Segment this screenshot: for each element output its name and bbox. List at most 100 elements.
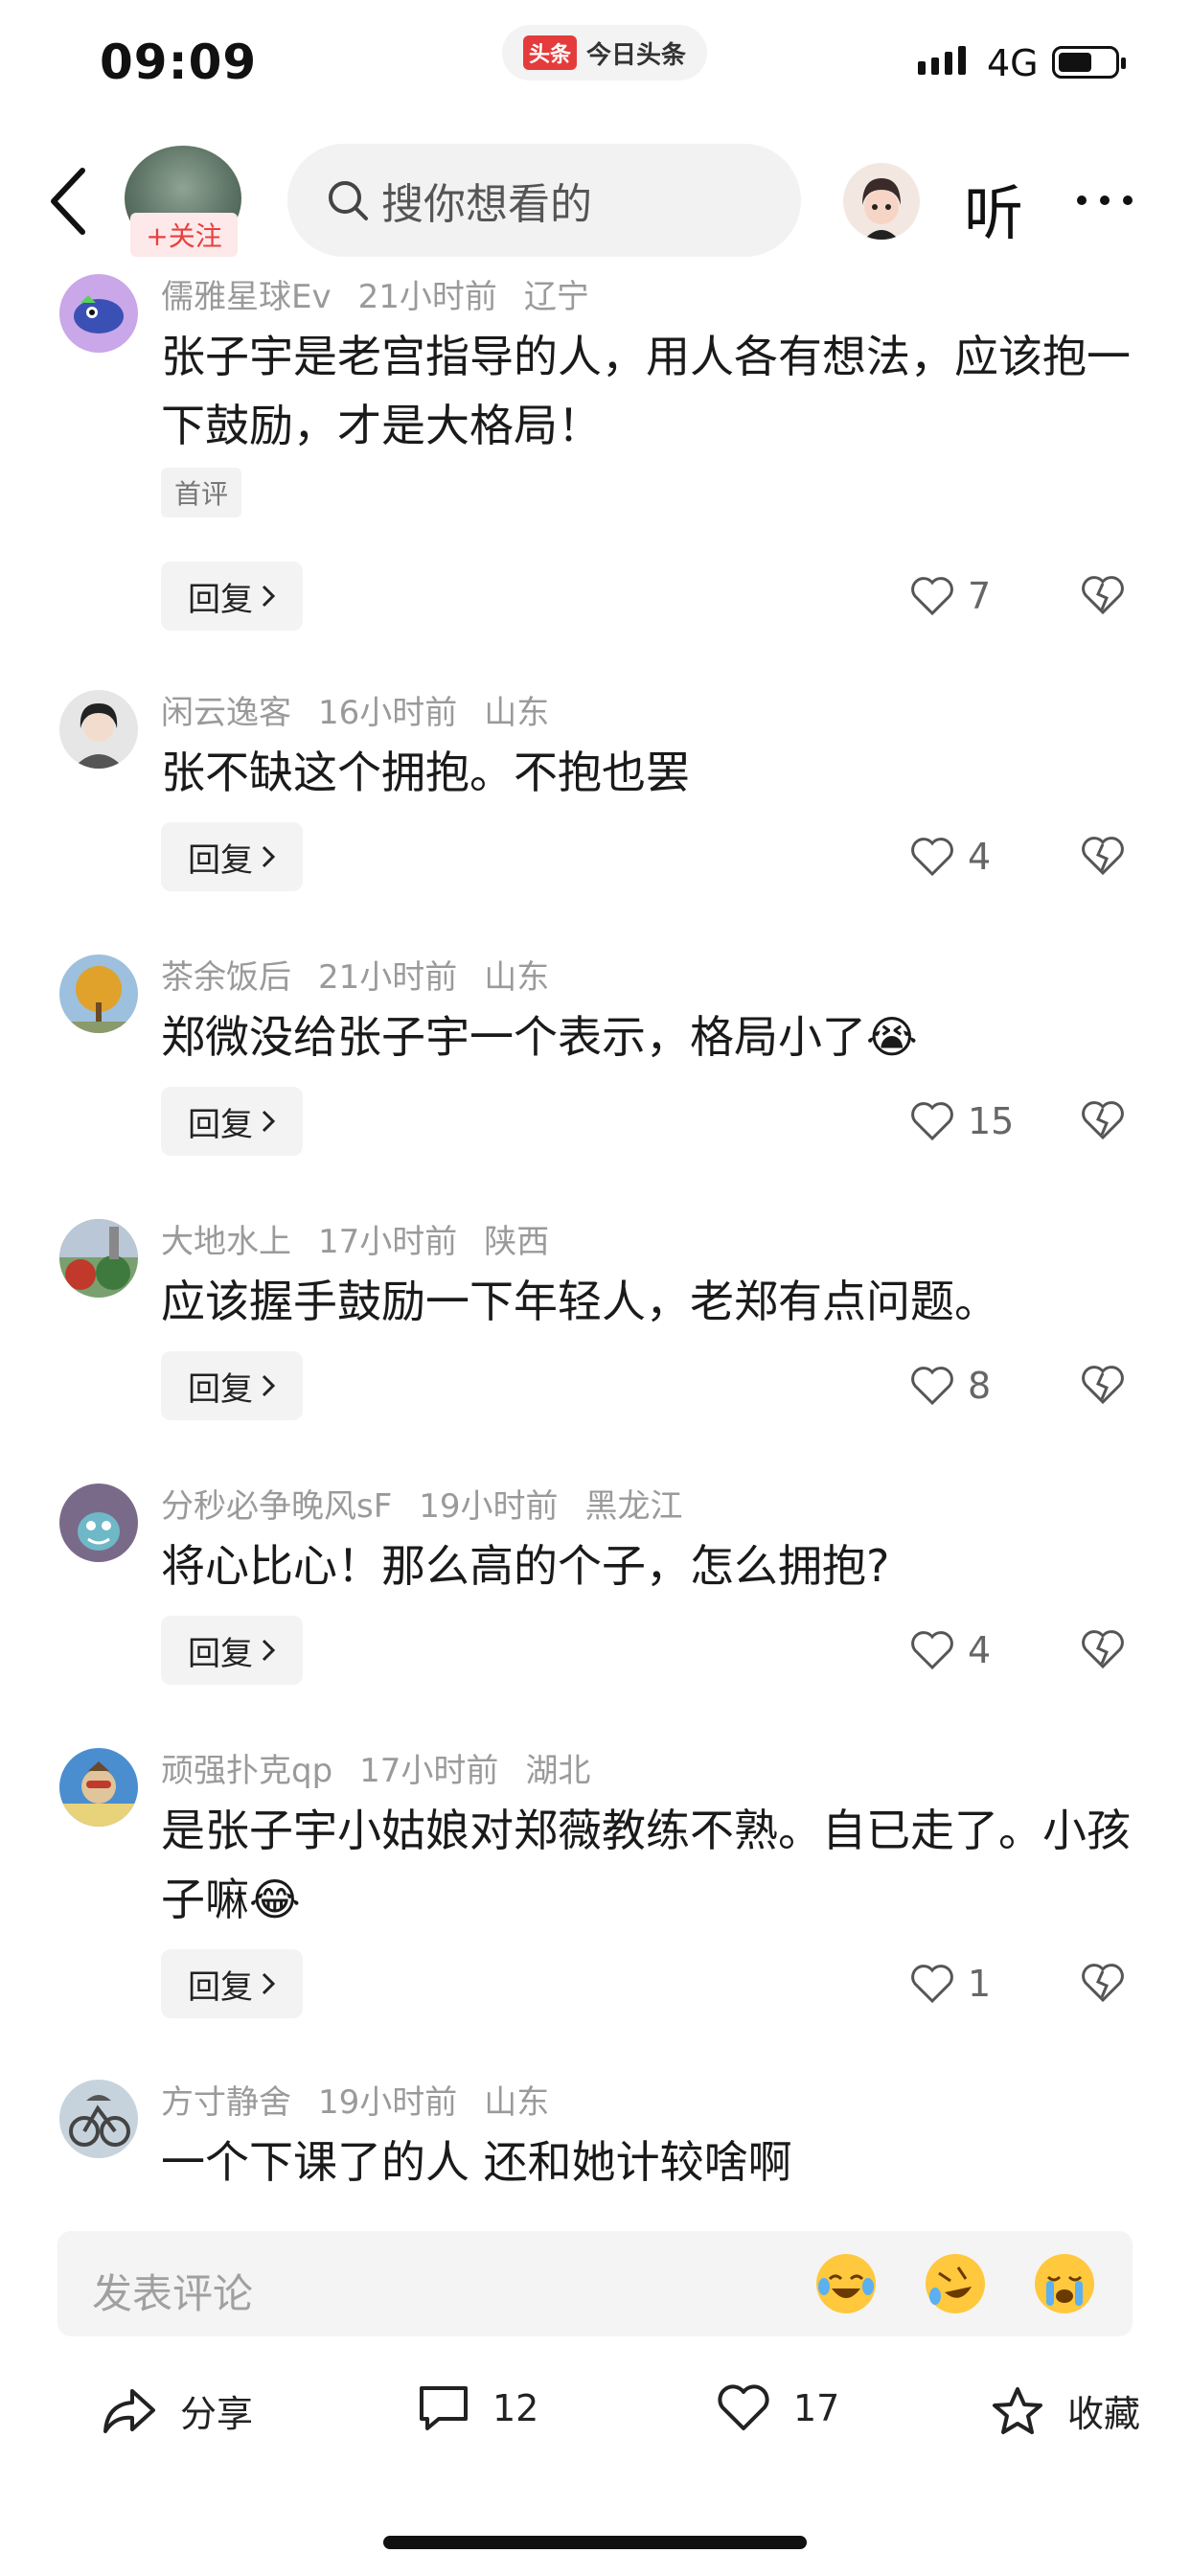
commenter-name[interactable]: 大地水上	[161, 1223, 291, 1261]
commenter-avatar[interactable]	[59, 954, 138, 1033]
chevron-right-icon	[262, 1110, 276, 1133]
reply-label: 回复	[188, 840, 253, 880]
search-placeholder: 搜你想看的	[381, 180, 592, 229]
reply-label: 回复	[188, 1105, 253, 1144]
chevron-right-icon	[262, 845, 276, 868]
commenter-name[interactable]: 分秒必争晚风sF	[161, 1487, 392, 1526]
comment-location: 山东	[484, 958, 550, 997]
chevron-right-icon	[262, 585, 276, 608]
commenter-avatar[interactable]	[59, 1748, 138, 1827]
dislike-icon[interactable]	[1081, 1963, 1125, 2003]
comment-time: 21小时前	[318, 958, 458, 997]
like-button[interactable]: 4	[910, 836, 991, 878]
commenter-avatar[interactable]	[59, 274, 138, 353]
comment-meta: 分秒必争晚风sF 19小时前 黑龙江	[161, 1480, 710, 1527]
follow-button[interactable]: +关注	[130, 213, 238, 257]
network-label: 4G	[987, 42, 1039, 84]
commenter-name[interactable]: 顽强扑克qp	[161, 1752, 332, 1790]
like-button[interactable]: 4	[910, 1629, 991, 1671]
reply-button[interactable]: 回复	[161, 1616, 303, 1685]
comment-time: 21小时前	[357, 278, 497, 316]
search-icon	[329, 181, 368, 220]
share-button[interactable]: 分享	[102, 2384, 253, 2437]
commenter-avatar[interactable]	[59, 2080, 138, 2158]
like-count: 4	[968, 836, 992, 878]
comment-text: 张子宇是老宫指导的人，用人各有想法，应该抱一下鼓励，才是大格局！	[161, 331, 1131, 451]
comment-time: 19小时前	[318, 2083, 458, 2122]
heart-icon	[911, 1631, 953, 1670]
comment-icon	[420, 2386, 468, 2430]
dislike-icon[interactable]	[1081, 1365, 1125, 1405]
comment-time: 16小时前	[318, 694, 458, 732]
commenter-name[interactable]: 茶余饭后	[161, 958, 291, 997]
home-indicator[interactable]	[383, 2536, 807, 2549]
comment-count: 12	[492, 2387, 539, 2429]
reply-button[interactable]: 回复	[161, 1087, 303, 1156]
like-button[interactable]: 1	[910, 1963, 991, 2005]
commenter-avatar[interactable]	[59, 1484, 138, 1562]
commenter-avatar[interactable]	[59, 1219, 138, 1298]
toutiao-logo: 头条	[523, 35, 578, 70]
heart-icon	[911, 1965, 953, 2004]
laugh-cry-emoji-icon[interactable]	[816, 2254, 876, 2313]
back-icon[interactable]	[46, 165, 88, 238]
reply-button[interactable]: 回复	[161, 562, 303, 631]
reply-button[interactable]: 回复	[161, 1351, 303, 1420]
heart-icon	[911, 577, 953, 616]
crying-emoji-icon[interactable]	[1035, 2254, 1094, 2313]
like-count: 15	[968, 1100, 1015, 1142]
rofl-emoji-icon[interactable]	[926, 2254, 985, 2313]
reply-button[interactable]: 回复	[161, 822, 303, 891]
comment-list[interactable]: 儒雅星球Ev 21小时前 辽宁 张子宇是老宫指导的人，用人各有想法，应该抱一下鼓励，…	[0, 259, 1190, 2199]
app-indicator[interactable]: 头条 今日头条	[502, 25, 708, 80]
share-label: 分享	[180, 2393, 254, 2435]
listen-button[interactable]: 听	[964, 165, 1023, 251]
comment-meta: 闲云逸客 16小时前 山东	[161, 686, 576, 733]
search-bar[interactable]: 搜你想看的	[287, 144, 801, 257]
battery-icon	[1052, 46, 1126, 79]
dislike-icon[interactable]	[1081, 1629, 1125, 1669]
heart-icon	[911, 1102, 953, 1141]
commenter-name[interactable]: 方寸静舍	[161, 2083, 291, 2122]
like-count: 7	[968, 575, 992, 617]
comment-meta: 方寸静舍 19小时前 山东	[161, 2076, 576, 2123]
heart-icon	[718, 2384, 769, 2430]
commenter-name[interactable]: 儒雅星球Ev	[161, 278, 332, 316]
dislike-icon[interactable]	[1081, 575, 1125, 615]
chevron-right-icon	[262, 1972, 276, 1995]
star-icon	[993, 2386, 1042, 2434]
favorite-label: 收藏	[1067, 2393, 1141, 2435]
action-bar: 分享 12 17 收藏	[0, 2367, 1190, 2453]
comment-meta: 大地水上 17小时前 陕西	[161, 1215, 576, 1262]
first-comment-badge: 首评	[161, 468, 242, 518]
like-button[interactable]: 8	[910, 1365, 991, 1407]
commenter-avatar[interactable]	[59, 690, 138, 769]
comment-meta: 茶余饭后 21小时前 山东	[161, 951, 576, 998]
like-button[interactable]: 7	[910, 575, 991, 617]
like-article-button[interactable]: 17	[717, 2384, 839, 2432]
comment-location: 山东	[484, 2083, 550, 2122]
like-count: 4	[968, 1629, 992, 1671]
like-button[interactable]: 15	[910, 1100, 1014, 1142]
reply-label: 回复	[188, 1967, 253, 2007]
reply-label: 回复	[188, 1369, 253, 1409]
dislike-icon[interactable]	[1081, 1100, 1125, 1140]
reply-label: 回复	[188, 1634, 253, 1673]
comment-text: 一个下课了的人 还和她计较啥啊	[161, 2136, 792, 2188]
more-icon[interactable]	[1077, 196, 1133, 205]
chevron-right-icon	[262, 1374, 276, 1397]
dislike-icon[interactable]	[1081, 836, 1125, 876]
comment-meta: 儒雅星球Ev 21小时前 辽宁	[161, 270, 616, 317]
heart-icon	[911, 838, 953, 877]
share-icon	[103, 2388, 155, 2433]
favorite-button[interactable]: 收藏	[991, 2384, 1140, 2437]
user-avatar[interactable]	[843, 163, 920, 240]
comment-input[interactable]: 发表评论	[57, 2231, 1133, 2336]
reply-button[interactable]: 回复	[161, 1949, 303, 2018]
like-count: 8	[968, 1365, 992, 1407]
comment-location: 山东	[484, 694, 550, 732]
comment-text: 张不缺这个拥抱。不抱也罢	[161, 747, 690, 798]
chevron-right-icon	[262, 1639, 276, 1662]
commenter-name[interactable]: 闲云逸客	[161, 694, 291, 732]
comments-button[interactable]: 12	[418, 2384, 538, 2432]
